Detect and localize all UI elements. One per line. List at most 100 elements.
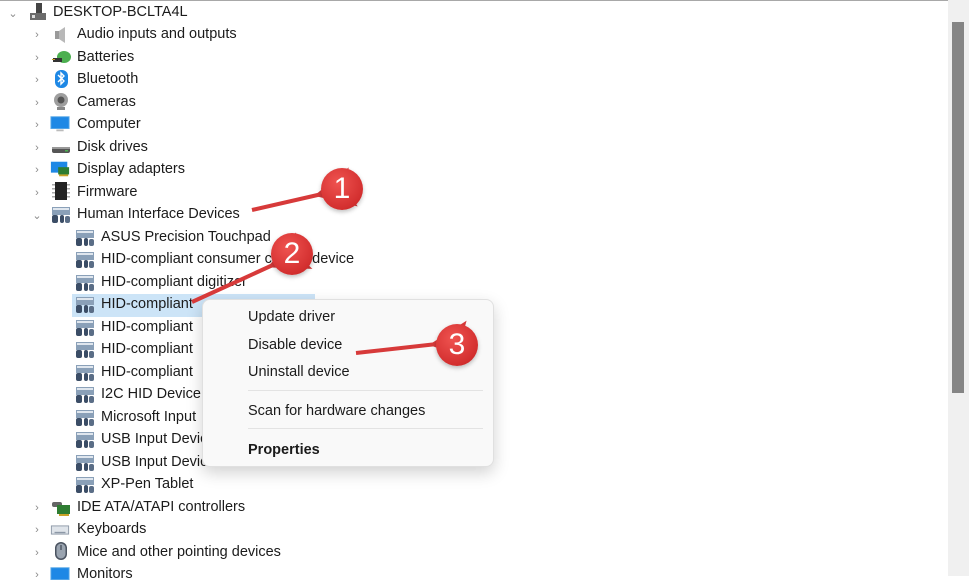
chevron-right-icon[interactable]: › (31, 119, 43, 131)
hid-device-item[interactable]: I2C HID Device (0, 384, 201, 406)
hid-icon (76, 387, 94, 403)
bluetooth-icon (55, 70, 68, 88)
menu-separator (248, 428, 483, 429)
monitor-icon (50, 116, 70, 132)
menu-item-uninstall-device[interactable]: Uninstall device (248, 364, 350, 380)
menu-item-scan-hardware[interactable]: Scan for hardware changes (248, 403, 425, 419)
chevron-right-icon[interactable]: › (31, 142, 43, 154)
hid-icon (76, 410, 94, 426)
category-label: Mice and other pointing devices (77, 544, 281, 560)
hid-icon (76, 320, 94, 336)
category-label: Audio inputs and outputs (77, 26, 237, 42)
hid-icon (76, 275, 94, 291)
webcam-icon (54, 93, 68, 110)
device-label: ASUS Precision Touchpad (101, 229, 271, 245)
category-label: Batteries (77, 49, 135, 65)
hid-icon (76, 230, 94, 246)
category-label: IDE ATA/ATAPI controllers (77, 499, 246, 515)
tree-category-bluetooth[interactable]: › Bluetooth (0, 69, 300, 91)
speaker-icon (55, 27, 65, 43)
category-label: Human Interface Devices (77, 206, 240, 222)
hid-device-item[interactable]: HID-compliant (0, 362, 200, 384)
menu-item-disable-device[interactable]: Disable device (248, 337, 342, 353)
device-label: HID-compliant (101, 364, 193, 380)
chevron-right-icon[interactable]: › (31, 569, 43, 581)
hid-device-item[interactable]: HID-compliant (0, 317, 200, 339)
display-adapter-icon (50, 161, 70, 177)
chevron-right-icon[interactable]: › (31, 97, 43, 109)
tree-category-firmware[interactable]: › Firmware (0, 182, 300, 204)
hid-icon (76, 252, 94, 268)
window-top-border (0, 0, 948, 1)
tree-category-computer[interactable]: › Computer (0, 114, 300, 136)
tree-root-label: DESKTOP-BCLTA4L (53, 4, 188, 20)
tree-category-mice[interactable]: › Mice and other pointing devices (0, 542, 300, 564)
hid-device-item[interactable]: HID-compliant (0, 339, 200, 361)
annotation-badge-2: 2 (271, 233, 313, 275)
category-label: Computer (77, 116, 141, 132)
device-label: HID-compliant digitizer (101, 274, 247, 290)
chevron-right-icon[interactable]: › (31, 547, 43, 559)
hid-icon (76, 455, 94, 471)
hid-icon (76, 365, 94, 381)
device-label: HID-compliant (101, 319, 193, 335)
chevron-right-icon[interactable]: › (31, 74, 43, 86)
battery-plug-icon (52, 51, 71, 63)
device-label: HID-compliant consumer control device (101, 251, 355, 267)
device-label: USB Input Device (101, 431, 216, 447)
chevron-down-icon[interactable]: ⌄ (7, 7, 19, 20)
category-label: Display adapters (77, 161, 185, 177)
hid-device-item[interactable]: XP-Pen Tablet (0, 474, 220, 496)
keyboard-icon (50, 525, 70, 535)
chip-icon (52, 182, 70, 200)
tree-category-batteries[interactable]: › Batteries (0, 47, 300, 69)
tree-category-cameras[interactable]: › Cameras (0, 92, 300, 114)
category-label: Keyboards (77, 521, 147, 537)
chevron-down-icon[interactable]: ⌄ (31, 209, 43, 222)
hid-device-item[interactable]: USB Input Device (0, 452, 220, 474)
menu-separator (248, 390, 483, 391)
category-label: Cameras (77, 94, 136, 110)
annotation-badge-3: 3 (436, 324, 478, 366)
chevron-right-icon[interactable]: › (31, 502, 43, 514)
chevron-right-icon[interactable]: › (31, 524, 43, 536)
tree-root[interactable]: ⌄ DESKTOP-BCLTA4L (0, 2, 300, 24)
tree-category-display-adapters[interactable]: › Display adapters (0, 159, 300, 181)
hid-device-item[interactable]: HID-compliant digitizer (0, 272, 320, 294)
tree-category-disk-drives[interactable]: › Disk drives (0, 137, 300, 159)
category-label: Disk drives (77, 139, 148, 155)
device-label: HID-compliant (101, 296, 193, 312)
device-label: I2C HID Device (101, 386, 201, 402)
tree-category-audio[interactable]: › Audio inputs and outputs (0, 24, 300, 46)
computer-tower-icon (30, 3, 46, 20)
device-label: USB Input Device (101, 454, 216, 470)
chevron-right-icon[interactable]: › (31, 52, 43, 64)
hid-icon (76, 342, 94, 358)
chevron-right-icon[interactable]: › (31, 29, 43, 41)
chevron-right-icon[interactable]: › (31, 164, 43, 176)
hid-device-item[interactable]: HID-compliant consumer control device (0, 249, 380, 271)
category-label: Monitors (77, 566, 133, 582)
menu-item-update-driver[interactable]: Update driver (248, 309, 335, 325)
hid-icon (52, 207, 70, 223)
ide-controller-icon (52, 502, 70, 516)
device-label: HID-compliant (101, 341, 193, 357)
mouse-icon (55, 542, 67, 560)
menu-item-properties[interactable]: Properties (248, 442, 320, 458)
device-label: Microsoft Input (101, 409, 197, 425)
category-label: Bluetooth (77, 71, 139, 87)
tree-category-keyboards[interactable]: › Keyboards (0, 519, 300, 541)
hid-device-item[interactable]: USB Input Device (0, 429, 215, 451)
chevron-right-icon[interactable]: › (31, 187, 43, 199)
hid-device-item[interactable]: Microsoft Input (0, 407, 200, 429)
tree-category-monitors[interactable]: › Monitors (0, 564, 300, 586)
disk-drive-icon (52, 147, 70, 153)
scrollbar-thumb[interactable] (952, 22, 964, 393)
tree-category-ide[interactable]: › IDE ATA/ATAPI controllers (0, 497, 300, 519)
annotation-badge-1: 1 (321, 168, 363, 210)
hid-icon (76, 432, 94, 448)
hid-icon (76, 477, 94, 493)
monitor-icon (50, 567, 70, 581)
tree-category-hid[interactable]: ⌄ Human Interface Devices (0, 204, 300, 226)
device-label: XP-Pen Tablet (101, 476, 194, 492)
